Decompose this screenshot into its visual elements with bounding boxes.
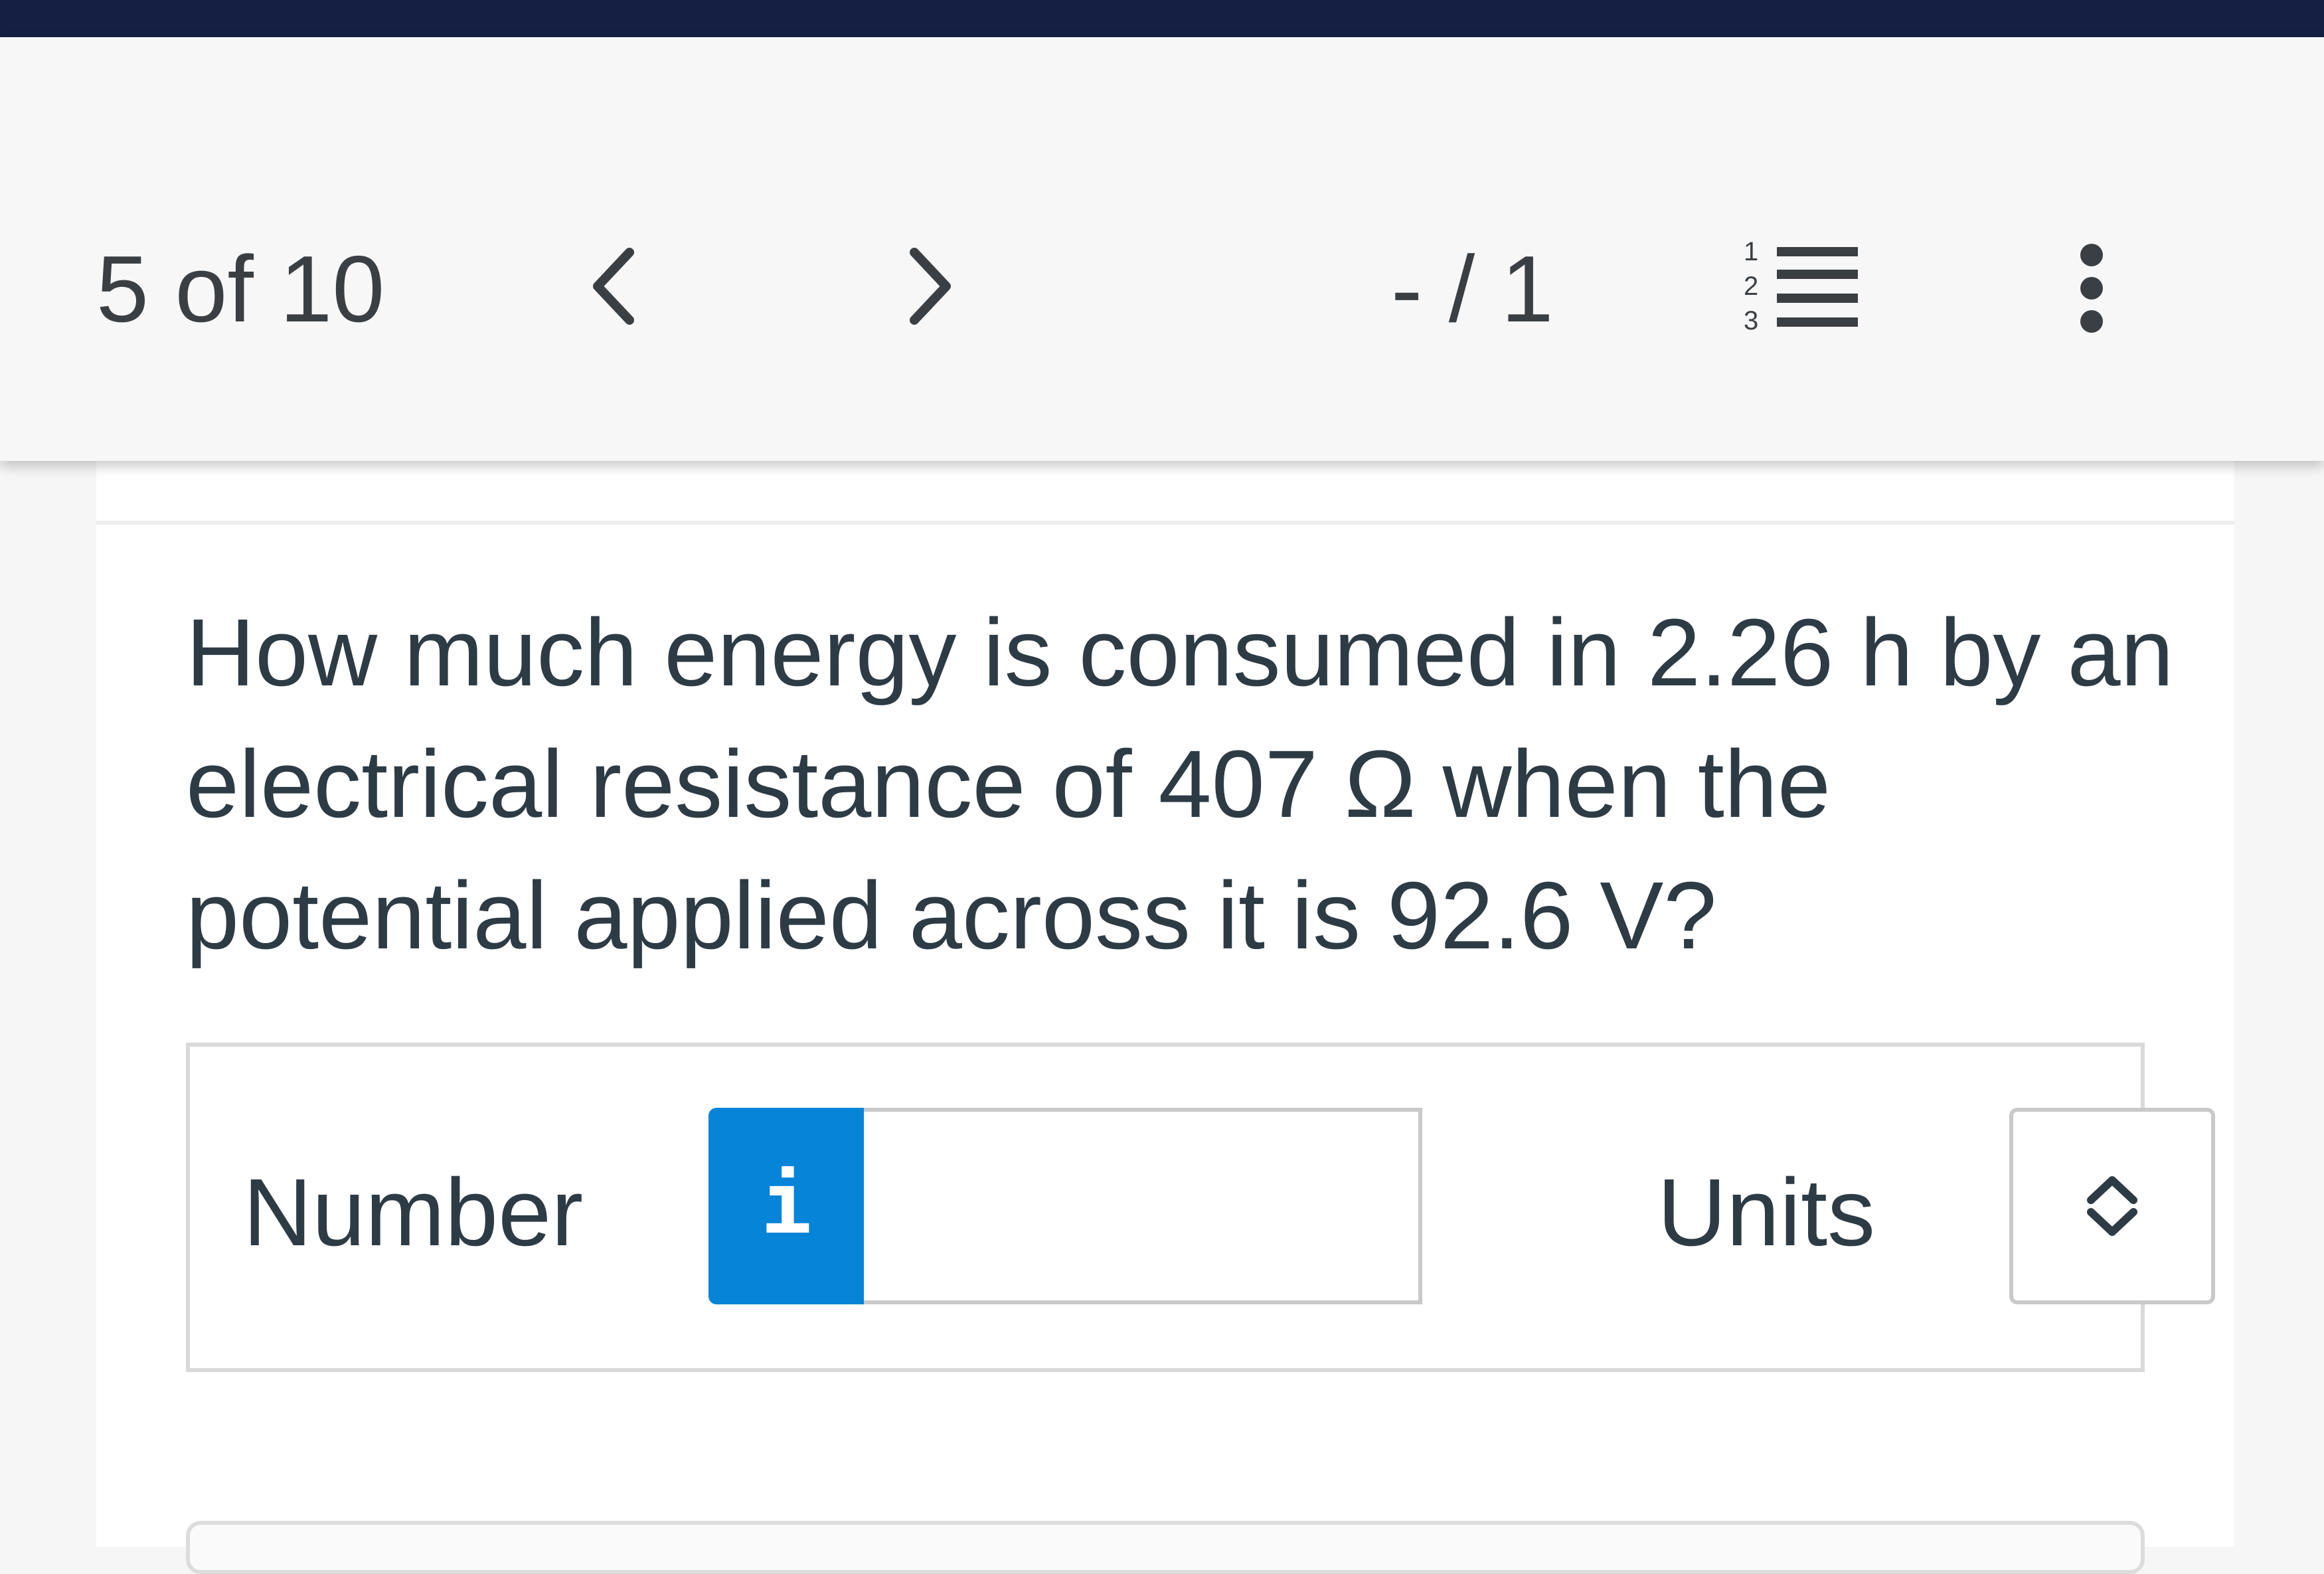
chevron-right-icon: [910, 248, 951, 325]
units-label: Units: [1657, 1159, 1876, 1266]
next-question-button[interactable]: [893, 236, 966, 336]
units-select[interactable]: [2009, 1108, 2215, 1304]
question-card: How much energy is consumed in 2.26 h by…: [96, 461, 2234, 1574]
list-digit-1: 1: [1744, 237, 1758, 266]
chevron-left-icon: [593, 248, 634, 325]
question-header: 5 of 10 - / 1 1 2 3: [0, 37, 2324, 461]
up-down-chevron-icon: [2087, 1176, 2137, 1236]
question-progress: 5 of 10: [96, 236, 385, 342]
number-label: Number: [243, 1159, 584, 1266]
more-options-button[interactable]: [2055, 236, 2128, 343]
numbered-list-icon: 1 2 3: [1744, 237, 1858, 335]
top-bar: [0, 0, 2324, 37]
list-digit-2: 2: [1744, 272, 1758, 301]
question-text: How much energy is consumed in 2.26 h by…: [186, 599, 2174, 969]
more-vertical-icon: [2080, 244, 2103, 333]
info-icon: i: [760, 1166, 811, 1246]
previous-question-button[interactable]: [578, 236, 651, 336]
question-list-button[interactable]: 1 2 3: [1738, 236, 1865, 343]
number-input[interactable]: [864, 1108, 1422, 1304]
score-display: - / 1: [1391, 236, 1554, 342]
number-info-button[interactable]: i: [708, 1108, 864, 1304]
next-panel-edge: [186, 1521, 2145, 1574]
list-digit-3: 3: [1744, 306, 1758, 335]
card-divider: [96, 521, 2234, 525]
answer-row: Number i Units: [186, 1043, 2215, 1372]
info-glyph: i: [760, 1166, 811, 1246]
